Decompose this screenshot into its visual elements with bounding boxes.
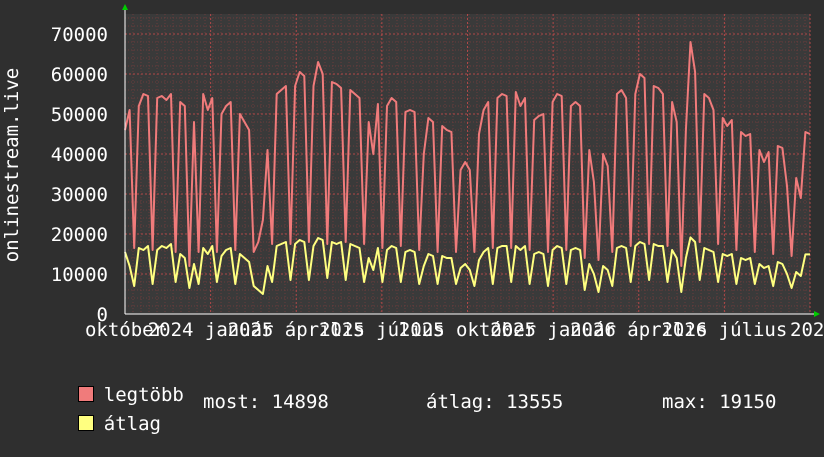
stat-max-label: max: (662, 391, 708, 413)
legend-entry-avg: átlag (32, 391, 161, 457)
legend-label-avg: átlag (103, 413, 161, 435)
stat-now: most: 14898 (203, 391, 329, 413)
y-tick-label: 20000 (51, 224, 108, 246)
stat-avg: átlag: 13555 (426, 391, 563, 413)
y-tick-label: 60000 (51, 64, 108, 86)
y-axis-arrow (122, 4, 128, 10)
stat-max-value: 19150 (719, 391, 777, 413)
x-tick-label: 2026 július (661, 319, 787, 341)
stat-now-value: 14898 (271, 391, 329, 413)
stat-avg-label: átlag: (426, 391, 495, 413)
stat-max: max: 19150 (662, 391, 776, 413)
y-tick-label: 30000 (51, 184, 108, 206)
x-tick-label: 2026 október (790, 319, 824, 341)
y-tick-label: 50000 (51, 104, 108, 126)
y-tick-label: 10000 (51, 264, 108, 286)
stat-now-label: most: (203, 391, 261, 413)
y-tick-label: 40000 (51, 144, 108, 166)
legend-swatch-avg (77, 415, 94, 431)
stat-avg-value: 13555 (506, 391, 564, 413)
chart-root: 0 10000 20000 30000 40000 50000 60000 70000 októ… (0, 0, 824, 435)
y-axis-label: onlinestream.live (1, 68, 23, 262)
x-axis-arrow (814, 311, 820, 317)
y-tick-label: 70000 (51, 24, 108, 46)
